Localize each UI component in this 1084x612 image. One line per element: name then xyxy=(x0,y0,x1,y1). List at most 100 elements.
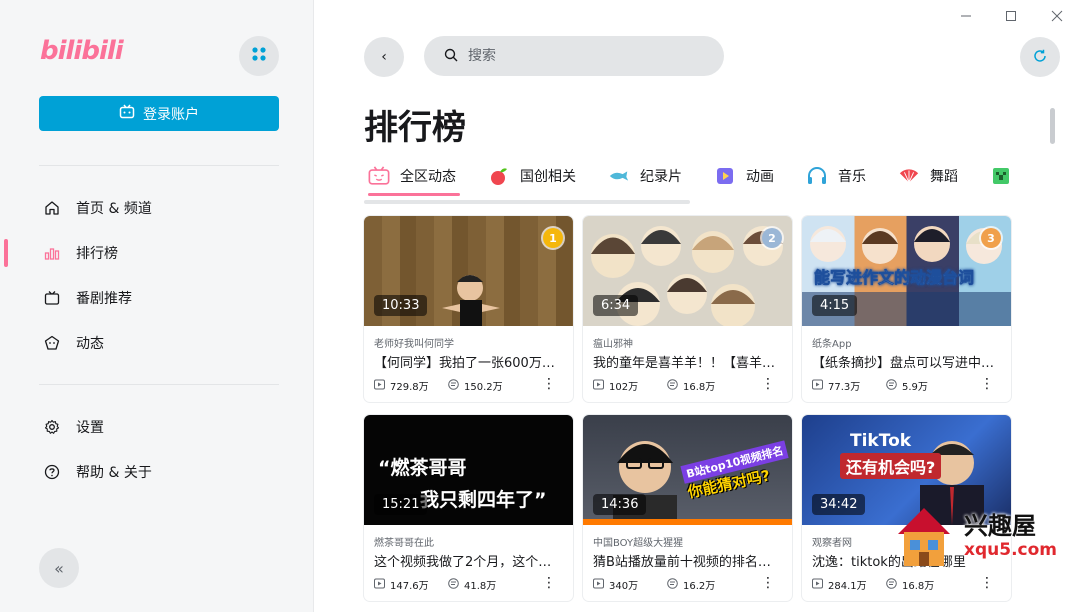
video-stats: 729.8万 150.2万 xyxy=(374,378,522,393)
whale-icon xyxy=(608,165,630,187)
refresh-icon xyxy=(1033,48,1047,67)
more-options-icon[interactable]: ⋮ xyxy=(542,376,556,392)
video-card[interactable]: 1 10:33 老师好我叫何同学 【何同学】我拍了一张600万人的合影... 7… xyxy=(364,216,573,402)
more-options-icon[interactable]: ⋮ xyxy=(542,575,556,591)
tab-all[interactable]: 全区动态 xyxy=(368,160,488,196)
search-bar[interactable] xyxy=(424,36,724,76)
collapse-sidebar-button[interactable]: « xyxy=(39,548,79,588)
login-button[interactable]: 登录账户 xyxy=(39,96,279,131)
tab-label: 全区动态 xyxy=(400,169,456,185)
danmaku-count-icon xyxy=(448,577,459,592)
video-duration: 15:21 xyxy=(374,494,428,515)
tab-game[interactable] xyxy=(990,160,1044,192)
tab-guochuang[interactable]: 国创相关 xyxy=(488,160,608,192)
close-icon xyxy=(1051,10,1063,26)
watermark-site: xqu5.com xyxy=(964,540,1057,560)
sidebar-divider xyxy=(39,165,279,166)
bilibili-tv-icon xyxy=(368,165,390,187)
video-title[interactable]: 【纸条摘抄】盘点可以写进中考/高考作文 xyxy=(812,352,1002,371)
sidebar-item-bangumi[interactable]: 番剧推荐 xyxy=(0,278,314,318)
grid-icon xyxy=(251,46,267,66)
video-title[interactable]: 我的童年是喜羊羊！！【喜羊羊与灰太狼】 xyxy=(593,352,783,371)
view-count: 284.1万 xyxy=(828,581,867,592)
tab-label: 纪录片 xyxy=(640,169,682,185)
minimize-button[interactable] xyxy=(951,6,981,30)
video-author[interactable]: 中国BOY超级大猩猩 xyxy=(593,534,683,549)
minimize-icon xyxy=(960,10,972,26)
rank-badge-bronze: 3 xyxy=(981,228,1001,248)
video-title[interactable]: 【何同学】我拍了一张600万人的合影... xyxy=(374,352,564,371)
gear-icon xyxy=(44,419,60,435)
more-options-icon[interactable]: ⋮ xyxy=(761,575,775,591)
thumbnail-caption: 还有机会吗? xyxy=(840,453,942,479)
tab-documentary[interactable]: 纪录片 xyxy=(608,160,714,192)
video-title[interactable]: 猜B站播放量前十视频的排名！作者也懵了 xyxy=(593,551,783,570)
tab-dance[interactable]: 舞蹈 xyxy=(898,160,990,192)
sidebar-item-settings[interactable]: 设置 xyxy=(0,407,314,447)
maximize-button[interactable] xyxy=(996,6,1026,30)
video-thumbnail: 1 10:33 xyxy=(364,216,573,326)
video-stats: 102万 16.8万 xyxy=(593,378,741,393)
view-count: 102万 xyxy=(609,382,639,393)
video-author[interactable]: 观察者网 xyxy=(812,534,852,549)
tab-label: 动画 xyxy=(746,169,774,185)
video-card[interactable]: “燃茶哥哥 我只剩四年了” 15:21 燃茶哥哥在此 这个视频我做了2个月，这个… xyxy=(364,415,573,601)
tv-icon xyxy=(44,290,60,306)
video-author[interactable]: 燃茶哥哥在此 xyxy=(374,534,434,549)
play-icon xyxy=(714,165,736,187)
sidebar-item-label: 排行榜 xyxy=(76,246,118,262)
search-icon xyxy=(444,47,458,66)
bilibili-logo[interactable]: bilibili xyxy=(40,36,124,66)
sidebar-item-home[interactable]: 首页 & 频道 xyxy=(0,188,314,228)
video-author[interactable]: 老师好我叫何同学 xyxy=(374,335,454,350)
play-count-icon xyxy=(812,379,823,393)
sidebar-item-ranking[interactable]: 排行榜 xyxy=(0,233,314,273)
site-watermark: 兴趣屋 xqu5.com xyxy=(894,500,1064,580)
play-count-icon xyxy=(593,578,604,592)
scrollbar[interactable] xyxy=(1050,108,1055,144)
tabs-scroll-track[interactable] xyxy=(364,200,690,204)
video-thumbnail: “燃茶哥哥 我只剩四年了” 15:21 xyxy=(364,415,573,525)
view-count: 340万 xyxy=(609,581,639,592)
play-count-icon xyxy=(374,379,385,393)
video-card[interactable]: B站top10视频排名 你能猜对吗? 14:36 中国BOY超级大猩猩 猜B站播… xyxy=(583,415,792,601)
video-title[interactable]: 这个视频我做了2个月，这个机会只有一次 xyxy=(374,551,564,570)
help-icon xyxy=(44,464,60,480)
sidebar-item-label: 动态 xyxy=(76,336,104,352)
thumbnail-caption: “燃茶哥哥 xyxy=(378,457,467,479)
apps-grid-button[interactable] xyxy=(239,36,279,76)
fan-icon xyxy=(898,165,920,187)
sidebar-item-label: 帮助 & 关于 xyxy=(76,465,152,481)
back-button[interactable]: ‹ xyxy=(364,37,404,77)
search-input[interactable] xyxy=(468,48,708,64)
danmaku-count-icon xyxy=(667,378,678,393)
tab-label: 舞蹈 xyxy=(930,169,958,185)
video-duration: 34:42 xyxy=(812,494,866,515)
sidebar-item-dynamic[interactable]: 动态 xyxy=(0,323,314,363)
tab-animation[interactable]: 动画 xyxy=(714,160,806,192)
more-options-icon[interactable]: ⋮ xyxy=(761,376,775,392)
video-stats: 77.3万 5.9万 xyxy=(812,378,960,393)
more-options-icon[interactable]: ⋮ xyxy=(980,376,994,392)
video-stats: 147.6万 41.8万 xyxy=(374,577,522,592)
refresh-button[interactable] xyxy=(1020,37,1060,77)
video-duration: 10:33 xyxy=(374,295,428,316)
tab-label: 国创相关 xyxy=(520,169,576,185)
rank-badge-silver: 2 xyxy=(762,228,782,248)
tab-music[interactable]: 音乐 xyxy=(806,160,898,192)
video-stats: 340万 16.2万 xyxy=(593,577,741,592)
video-card[interactable]: 2 6:34 瘟山邪神 我的童年是喜羊羊！！【喜羊羊与灰太狼】 102万 16.… xyxy=(583,216,792,402)
video-author[interactable]: 瘟山邪神 xyxy=(593,335,633,350)
peach-icon xyxy=(488,165,510,187)
view-count: 77.3万 xyxy=(828,382,861,393)
close-button[interactable] xyxy=(1042,6,1072,30)
maximize-icon xyxy=(1005,10,1017,26)
creeper-icon xyxy=(990,165,1012,187)
headphones-icon xyxy=(806,165,828,187)
dynamic-icon xyxy=(44,335,60,351)
thumbnail-caption: 我只剩四年了” xyxy=(420,489,547,511)
sidebar-item-help[interactable]: 帮助 & 关于 xyxy=(0,452,314,492)
page-title: 排行榜 xyxy=(364,108,466,148)
video-author[interactable]: 纸条App xyxy=(812,335,852,350)
video-card[interactable]: 能写进作文的动漫台词 3 4:15 纸条App 【纸条摘抄】盘点可以写进中考/高… xyxy=(802,216,1011,402)
